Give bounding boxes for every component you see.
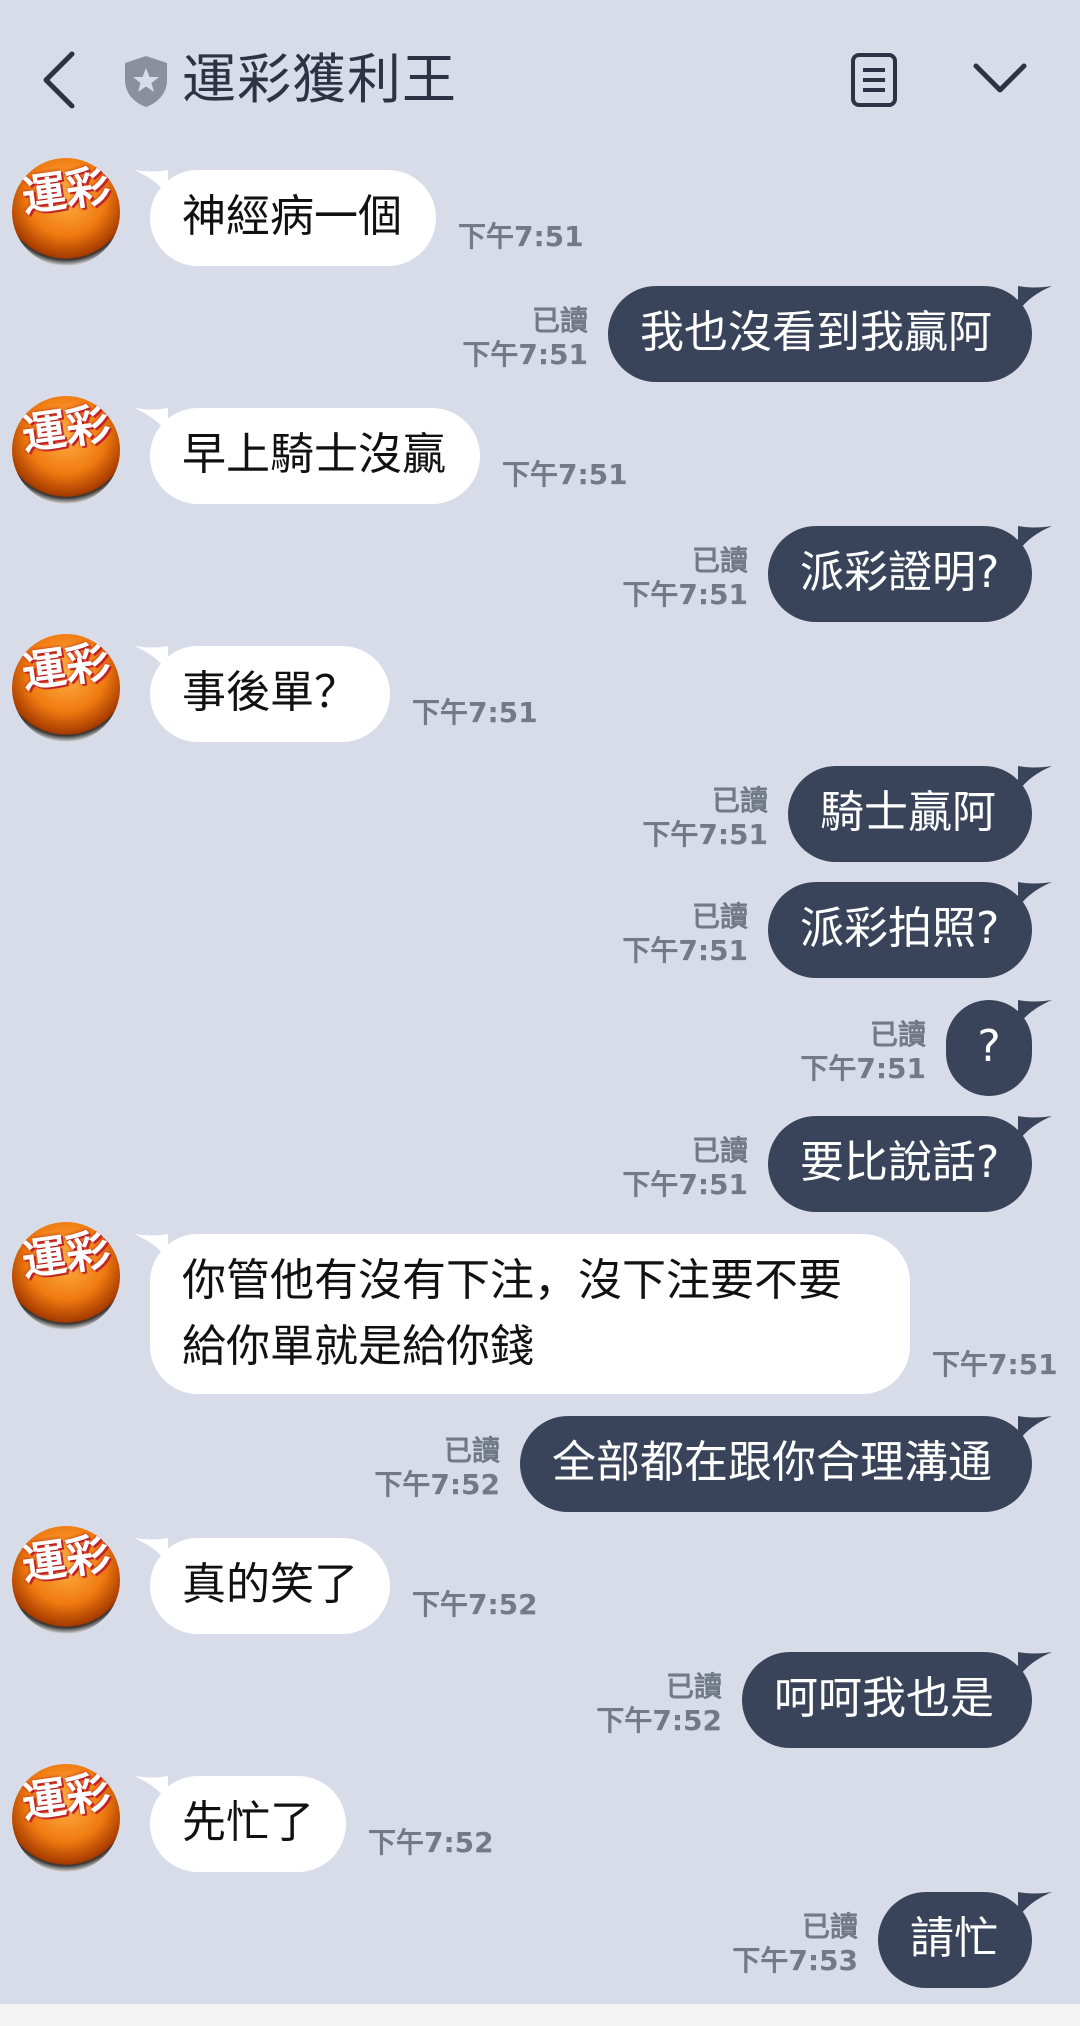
incoming-tail-icon: [134, 1234, 168, 1260]
read-receipt: 已讀: [801, 1910, 858, 1943]
message-timestamp: 下午7:51: [502, 458, 628, 491]
notes-icon[interactable]: [850, 52, 898, 108]
incoming-message-bubble[interactable]: 真的笑了: [150, 1538, 390, 1634]
outgoing-message-bubble[interactable]: 全部都在跟你合理溝通: [520, 1416, 1032, 1512]
outgoing-tail-icon: [1018, 1652, 1052, 1678]
outgoing-message-bubble[interactable]: 我也沒看到我贏阿: [608, 286, 1032, 382]
message-timestamp: 下午7:52: [368, 1826, 494, 1859]
read-receipt: 已讀: [531, 304, 588, 337]
avatar[interactable]: 運彩: [12, 396, 120, 504]
incoming-tail-icon: [134, 408, 168, 434]
incoming-message-bubble[interactable]: 早上騎士沒贏: [150, 408, 480, 504]
avatar[interactable]: 運彩: [12, 1764, 120, 1872]
avatar-logo-text: 運彩: [18, 160, 114, 223]
avatar[interactable]: 運彩: [12, 634, 120, 742]
incoming-message-bubble[interactable]: 先忙了: [150, 1776, 346, 1872]
chat-title: 運彩獲利王: [182, 48, 457, 111]
incoming-tail-icon: [134, 1538, 168, 1564]
avatar[interactable]: 運彩: [12, 158, 120, 266]
read-receipt: 已讀: [691, 900, 748, 933]
read-receipt: 已讀: [665, 1670, 722, 1703]
avatar-logo-text: 運彩: [18, 636, 114, 699]
message-timestamp: 下午7:51: [462, 338, 588, 371]
avatar-logo-text: 運彩: [18, 1224, 114, 1287]
incoming-tail-icon: [134, 646, 168, 672]
chat-header: 運彩獲利王: [0, 0, 1080, 160]
avatar-logo-text: 運彩: [18, 1766, 114, 1829]
avatar-logo-text: 運彩: [18, 1528, 114, 1591]
outgoing-tail-icon: [1018, 1892, 1052, 1918]
outgoing-message-bubble[interactable]: 派彩證明?: [768, 526, 1032, 622]
outgoing-message-bubble[interactable]: 呵呵我也是: [742, 1652, 1032, 1748]
outgoing-tail-icon: [1018, 1000, 1052, 1026]
message-timestamp: 下午7:51: [622, 578, 748, 611]
read-receipt: 已讀: [711, 784, 768, 817]
avatar[interactable]: 運彩: [12, 1222, 120, 1330]
message-timestamp: 下午7:51: [458, 220, 584, 253]
chevron-down-icon[interactable]: [972, 58, 1028, 98]
message-timestamp: 下午7:51: [622, 1168, 748, 1201]
chevron-left-icon[interactable]: [38, 48, 82, 112]
message-timestamp: 下午7:51: [800, 1052, 926, 1085]
incoming-message-bubble[interactable]: 你管他有沒有下注，沒下注要不要 給你單就是給你錢: [150, 1234, 910, 1394]
message-timestamp: 下午7:52: [374, 1468, 500, 1501]
outgoing-message-bubble[interactable]: 請忙: [878, 1892, 1032, 1988]
outgoing-tail-icon: [1018, 1416, 1052, 1442]
incoming-tail-icon: [134, 1776, 168, 1802]
outgoing-tail-icon: [1018, 526, 1052, 552]
outgoing-message-bubble[interactable]: 要比說話?: [768, 1116, 1032, 1212]
read-receipt: 已讀: [691, 1134, 748, 1167]
message-timestamp: 下午7:52: [412, 1588, 538, 1621]
read-receipt: 已讀: [691, 544, 748, 577]
message-timestamp: 下午7:51: [932, 1348, 1058, 1381]
read-receipt: 已讀: [443, 1434, 500, 1467]
avatar[interactable]: 運彩: [12, 1526, 120, 1634]
outgoing-tail-icon: [1018, 766, 1052, 792]
outgoing-tail-icon: [1018, 286, 1052, 312]
input-bar-edge: [0, 2004, 1080, 2026]
avatar-logo-text: 運彩: [18, 398, 114, 461]
incoming-message-bubble[interactable]: 事後單？: [150, 646, 390, 742]
incoming-tail-icon: [134, 170, 168, 196]
message-timestamp: 下午7:51: [622, 934, 748, 967]
outgoing-tail-icon: [1018, 1116, 1052, 1142]
message-timestamp: 下午7:52: [596, 1704, 722, 1737]
shield-star-icon: [125, 56, 167, 107]
incoming-message-bubble[interactable]: 神經病一個: [150, 170, 436, 266]
message-timestamp: 下午7:53: [732, 1944, 858, 1977]
message-timestamp: 下午7:51: [412, 696, 538, 729]
outgoing-message-bubble[interactable]: 騎士贏阿: [788, 766, 1032, 862]
message-timestamp: 下午7:51: [642, 818, 768, 851]
read-receipt: 已讀: [869, 1018, 926, 1051]
outgoing-tail-icon: [1018, 882, 1052, 908]
outgoing-message-bubble[interactable]: 派彩拍照?: [768, 882, 1032, 978]
